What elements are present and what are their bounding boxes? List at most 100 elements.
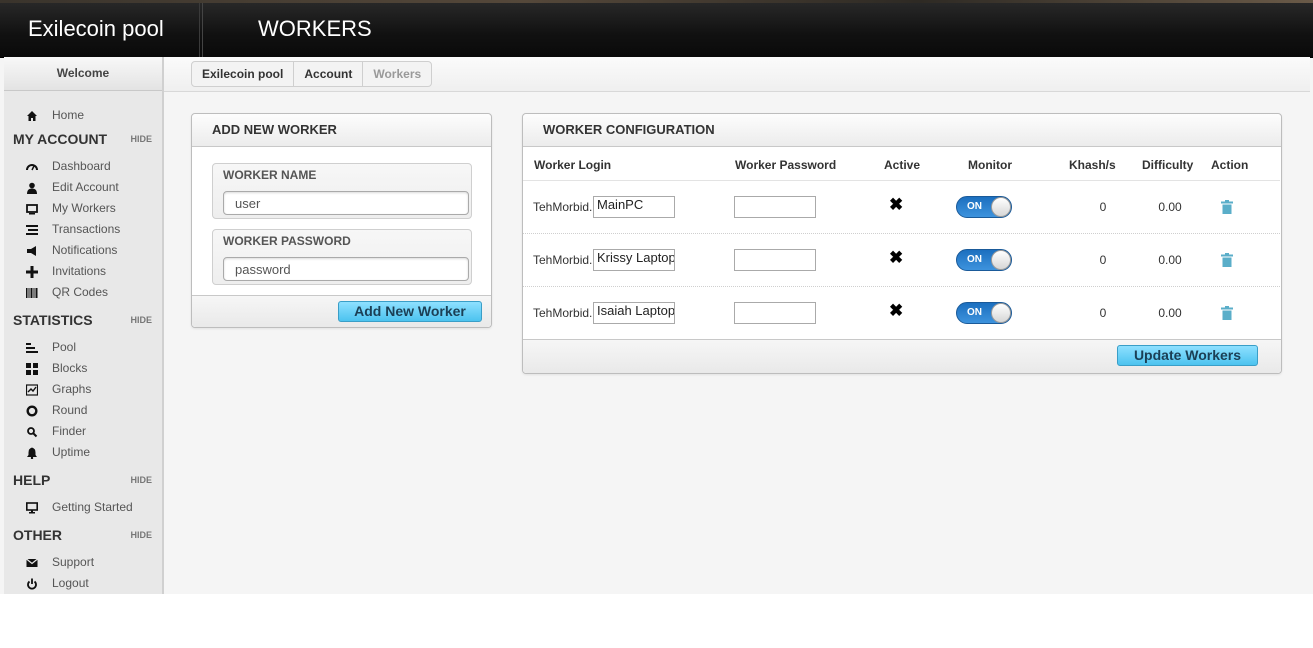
sidebar-item-label: Uptime [52,445,91,459]
breadcrumb-bar: Exilecoin pool Account Workers [164,57,1310,92]
barcode-icon [24,282,40,303]
difficulty-value: 0.00 [1158,306,1182,320]
sidebar-item-label: QR Codes [52,285,109,299]
megaphone-icon [24,240,40,261]
update-workers-button[interactable]: Update Workers [1117,345,1258,366]
sidebar-item-pool[interactable]: Pool [4,337,162,358]
sidebar-item-getting-started[interactable]: Getting Started [4,497,162,518]
worker-login-input[interactable]: Isaiah Laptop [593,302,675,324]
worker-name-group: WORKER NAME [212,163,472,219]
envelope-icon [24,552,40,573]
table-row: TehMorbid. MainPC ✖ ON 0 0.00 [523,180,1280,233]
worker-name-input[interactable] [223,191,469,215]
bars-icon [24,337,40,358]
sidebar-item-round[interactable]: Round [4,400,162,421]
toggle-knob [991,250,1011,270]
bell-icon [24,442,40,463]
worker-password-input[interactable] [734,196,816,218]
search-icon [24,421,40,442]
sidebar-item-label: Invitations [52,264,107,278]
app-window: Exilecoin pool WORKERS Welcome Home MY A… [0,0,1313,594]
sidebar-item-uptime[interactable]: Uptime [4,442,162,463]
sidebar-item-my-workers[interactable]: My Workers [4,198,162,219]
brand-title[interactable]: Exilecoin pool [4,3,200,57]
sidebar-item-label: Notifications [52,243,118,257]
trash-icon[interactable] [1221,306,1233,320]
page-title: WORKERS [258,16,372,41]
table-row: TehMorbid. Isaiah Laptop ✖ ON 0 0.00 [523,286,1280,339]
list-icon [24,219,40,240]
add-new-worker-button[interactable]: Add New Worker [338,301,482,322]
inactive-icon: ✖ [889,195,904,214]
monitor-icon [24,198,40,219]
col-header-khash: Khash/s [1069,158,1116,172]
hide-toggle[interactable]: HIDE [130,522,152,548]
sidebar-item-label: Home [52,108,85,122]
dashboard-icon [24,156,40,177]
sidebar-item-transactions[interactable]: Transactions [4,219,162,240]
hide-toggle[interactable]: HIDE [130,307,152,333]
worker-login-input[interactable]: MainPC [593,196,675,218]
sidebar-item-label: Dashboard [52,159,111,173]
worker-login-input[interactable]: Krissy Laptop [593,249,675,271]
sidebar-item-home[interactable]: Home [4,105,162,126]
sidebar-item-label: My Workers [52,201,116,215]
col-header-password: Worker Password [735,158,837,172]
sidebar-item-support[interactable]: Support [4,552,162,573]
difficulty-value: 0.00 [1158,200,1182,214]
user-icon [24,177,40,198]
panel-footer: Add New Worker [192,295,491,327]
worker-login-prefix: TehMorbid. [533,200,593,214]
breadcrumb-workers: Workers [362,62,431,86]
section-statistics: STATISTICS HIDE [4,307,162,333]
grid-icon [24,358,40,379]
sidebar-item-edit-account[interactable]: Edit Account [4,177,162,198]
trash-icon[interactable] [1221,200,1233,214]
sidebar-item-qr-codes[interactable]: QR Codes [4,282,162,303]
panel-footer: Update Workers [523,339,1281,373]
worker-config-panel: WORKER CONFIGURATION Worker Login Worker… [522,113,1282,374]
chart-icon [24,379,40,400]
sidebar-item-label: Finder [52,424,87,438]
sidebar-item-dashboard[interactable]: Dashboard [4,156,162,177]
monitor-toggle[interactable]: ON [956,196,1012,218]
sidebar-item-label: Transactions [52,222,121,236]
worker-password-input[interactable] [734,302,816,324]
toggle-on-label: ON [967,254,982,265]
worker-login-prefix: TehMorbid. [533,253,593,267]
worker-password-input[interactable] [734,249,816,271]
sidebar-item-label: Pool [52,340,77,354]
col-header-difficulty: Difficulty [1142,158,1194,172]
sidebar-item-graphs[interactable]: Graphs [4,379,162,400]
sidebar-item-notifications[interactable]: Notifications [4,240,162,261]
khash-value: 0 [1099,200,1107,214]
sidebar-item-blocks[interactable]: Blocks [4,358,162,379]
hide-toggle[interactable]: HIDE [130,467,152,493]
plus-icon [24,261,40,282]
panel-title: WORKER CONFIGURATION [523,114,1281,147]
table-row: TehMorbid. Krissy Laptop ✖ ON 0 0.00 [523,233,1280,286]
trash-icon[interactable] [1221,253,1233,267]
sidebar-item-label: Edit Account [52,180,119,194]
worker-password-input[interactable] [223,257,469,281]
breadcrumb: Exilecoin pool Account Workers [191,61,433,87]
hide-toggle[interactable]: HIDE [130,126,152,152]
panel-title: ADD NEW WORKER [192,114,491,147]
circle-icon [24,400,40,421]
sidebar-item-label: Logout [52,576,89,590]
monitor-toggle[interactable]: ON [956,249,1012,271]
breadcrumb-home[interactable]: Exilecoin pool [192,62,293,86]
breadcrumb-account[interactable]: Account [293,62,362,86]
home-icon [24,105,40,126]
sidebar-item-invitations[interactable]: Invitations [4,261,162,282]
sidebar-item-logout[interactable]: Logout [4,573,162,594]
worker-login-prefix: TehMorbid. [533,306,593,320]
inactive-icon: ✖ [889,248,904,267]
sidebar-item-finder[interactable]: Finder [4,421,162,442]
col-header-active: Active [884,158,921,172]
section-title: STATISTICS [13,312,93,328]
col-header-login: Worker Login [534,158,612,172]
monitor-toggle[interactable]: ON [956,302,1012,324]
col-header-action: Action [1211,158,1249,172]
khash-value: 0 [1099,253,1107,267]
